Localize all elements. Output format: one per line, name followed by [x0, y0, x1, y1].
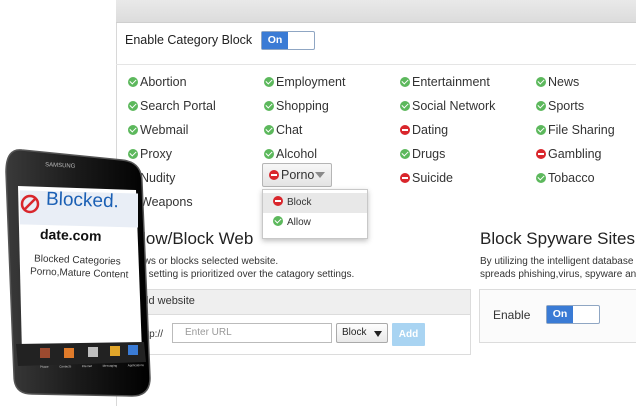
category-label: Gambling: [548, 147, 602, 161]
category-drugs[interactable]: Drugs: [400, 146, 445, 162]
category-social-network[interactable]: Social Network: [400, 98, 495, 114]
internet-app-icon: [88, 347, 98, 357]
allow-icon: [264, 149, 274, 159]
phone-blocked-title: Blocked.: [45, 188, 120, 213]
category-label: Suicide: [412, 171, 453, 185]
allow-block-desc-priority: This setting is prioritized over the cat…: [127, 269, 355, 280]
block-icon: [273, 196, 283, 206]
category-porno-dropdown[interactable]: Porno: [262, 163, 332, 187]
action-select-value: Block: [342, 327, 367, 338]
spyware-desc-2: spreads phishing,virus, spyware an: [480, 269, 636, 280]
category-label: Tobacco: [548, 171, 595, 185]
category-abortion[interactable]: Abortion: [128, 74, 187, 90]
allow-icon: [536, 173, 546, 183]
category-label: Abortion: [140, 75, 187, 89]
allow-icon: [536, 125, 546, 135]
category-label: Chat: [276, 123, 303, 137]
category-label: Entertainment: [412, 75, 490, 89]
spyware-toggle[interactable]: On: [546, 305, 600, 324]
allow-icon: [400, 77, 410, 87]
category-block-header: Enable Category Block: [116, 22, 636, 65]
dock-label: Phone: [39, 364, 49, 369]
applications-app-icon: [128, 345, 138, 355]
spyware-desc: By utilizing the intelligent database: [480, 256, 634, 267]
messaging-app-icon: [110, 346, 120, 356]
menu-item-block[interactable]: Block: [263, 193, 367, 213]
category-webmail[interactable]: Webmail: [128, 122, 188, 138]
block-icon: [400, 173, 410, 183]
allow-icon: [400, 149, 410, 159]
spyware-enable-label: Enable: [493, 308, 531, 322]
menu-item-allow[interactable]: Allow: [263, 213, 367, 233]
category-porno: Porno: [269, 167, 314, 183]
category-employment[interactable]: Employment: [264, 74, 345, 90]
category-tobacco[interactable]: Tobacco: [536, 170, 595, 186]
add-website-header: Add website: [127, 290, 470, 315]
caret-down-icon: [374, 331, 382, 337]
allow-icon: [128, 125, 138, 135]
spyware-title: Block Spyware Sites: [480, 229, 635, 248]
url-input[interactable]: Enter URL: [172, 323, 332, 343]
category-gambling[interactable]: Gambling: [536, 146, 602, 162]
category-block-toggle[interactable]: On: [261, 31, 315, 50]
allow-icon: [273, 216, 283, 226]
allow-icon: [536, 101, 546, 111]
category-block-label: Enable Category Block: [125, 33, 253, 47]
allow-icon: [264, 77, 274, 87]
block-icon: [536, 149, 546, 159]
block-icon: [400, 125, 410, 135]
category-alcohol[interactable]: Alcohol: [264, 146, 317, 162]
category-chat[interactable]: Chat: [264, 122, 302, 138]
category-label: Drugs: [412, 147, 446, 161]
category-suicide[interactable]: Suicide: [400, 170, 453, 186]
category-label: File Sharing: [548, 123, 615, 137]
category-label: News: [548, 75, 580, 89]
category-label: Webmail: [140, 123, 189, 137]
allow-icon: [400, 101, 410, 111]
dock-label: Applications: [127, 363, 145, 368]
category-shopping[interactable]: Shopping: [264, 98, 329, 114]
toggle-on-label: On: [262, 32, 288, 49]
category-news[interactable]: News: [536, 74, 579, 90]
category-search-portal[interactable]: Search Portal: [128, 98, 216, 114]
category-label: Social Network: [412, 99, 496, 113]
dock-label: Messaging: [102, 363, 118, 368]
category-entertainment[interactable]: Entertainment: [400, 74, 490, 90]
dock-label: Internet: [81, 364, 93, 369]
category-dating[interactable]: Dating: [400, 122, 448, 138]
allow-icon: [128, 101, 138, 111]
category-label: Porno: [281, 168, 315, 182]
caret-down-icon: [315, 172, 325, 178]
category-sports[interactable]: Sports: [536, 98, 584, 114]
category-label: Dating: [412, 123, 449, 137]
top-bar: [116, 0, 636, 23]
contacts-app-icon: [64, 348, 74, 358]
category-label: Employment: [276, 75, 346, 89]
category-label: Sports: [548, 99, 585, 113]
menu-item-label: Block: [287, 197, 312, 208]
dock-label: Contacts: [59, 364, 72, 369]
action-select[interactable]: Block: [336, 323, 388, 343]
category-label: Alcohol: [276, 147, 317, 161]
phone-site: date.com: [39, 225, 102, 245]
allow-icon: [536, 77, 546, 87]
toggle-on-label: On: [547, 306, 573, 323]
allow-icon: [128, 77, 138, 87]
allow-icon: [264, 125, 274, 135]
porno-action-menu: Block Allow: [262, 189, 368, 239]
category-file-sharing[interactable]: File Sharing: [536, 122, 615, 138]
category-label: Shopping: [276, 99, 329, 113]
allow-icon: [264, 101, 274, 111]
phone-app-icon: [40, 348, 50, 358]
menu-item-label: Allow: [287, 217, 311, 228]
block-icon: [269, 170, 279, 180]
category-label: Search Portal: [140, 99, 216, 113]
add-button[interactable]: Add: [392, 323, 425, 346]
